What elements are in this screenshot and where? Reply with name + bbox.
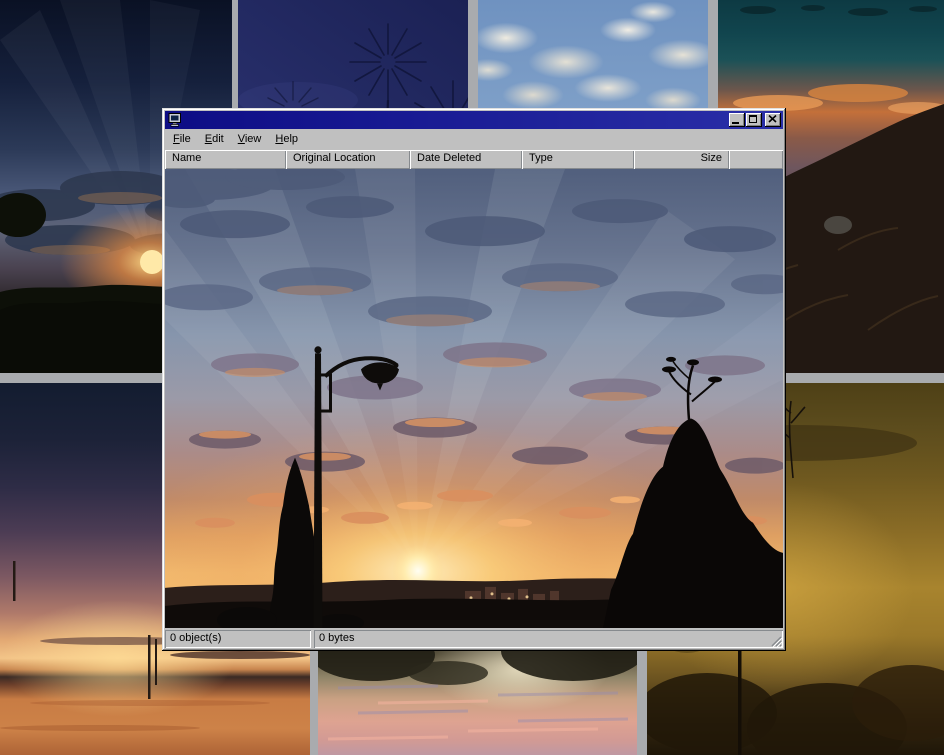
minimize-icon	[732, 122, 739, 124]
title-bar[interactable]	[165, 111, 783, 129]
resize-grip[interactable]	[770, 635, 782, 647]
menu-edit[interactable]: Edit	[198, 131, 231, 148]
status-bytes: 0 bytes	[314, 630, 783, 648]
column-header-size[interactable]: Size	[634, 150, 729, 169]
menu-help[interactable]: Help	[268, 131, 305, 148]
status-objects: 0 object(s)	[165, 630, 311, 648]
status-bytes-label: 0 bytes	[319, 632, 354, 644]
column-header-row: Name Original Location Date Deleted Type…	[165, 150, 783, 169]
menu-view[interactable]: View	[231, 131, 269, 148]
close-button[interactable]	[765, 113, 781, 127]
my-computer-icon	[168, 113, 182, 127]
status-bar: 0 object(s) 0 bytes	[165, 630, 783, 648]
column-header-original-location[interactable]: Original Location	[286, 150, 410, 169]
column-header-date-deleted[interactable]: Date Deleted	[410, 150, 522, 169]
menu-file[interactable]: File	[166, 131, 198, 148]
menu-bar: File Edit View Help	[165, 129, 783, 150]
desktop: File Edit View Help Name Original Locati…	[0, 0, 944, 755]
window-content-photo[interactable]	[165, 169, 783, 628]
column-header-blank[interactable]	[729, 150, 783, 169]
recycle-bin-window: File Edit View Help Name Original Locati…	[162, 108, 786, 651]
column-header-name[interactable]: Name	[165, 150, 286, 169]
close-icon	[768, 115, 777, 123]
maximize-icon	[749, 115, 757, 123]
column-header-type[interactable]: Type	[522, 150, 634, 169]
maximize-button[interactable]	[746, 113, 762, 127]
minimize-button[interactable]	[729, 113, 745, 127]
